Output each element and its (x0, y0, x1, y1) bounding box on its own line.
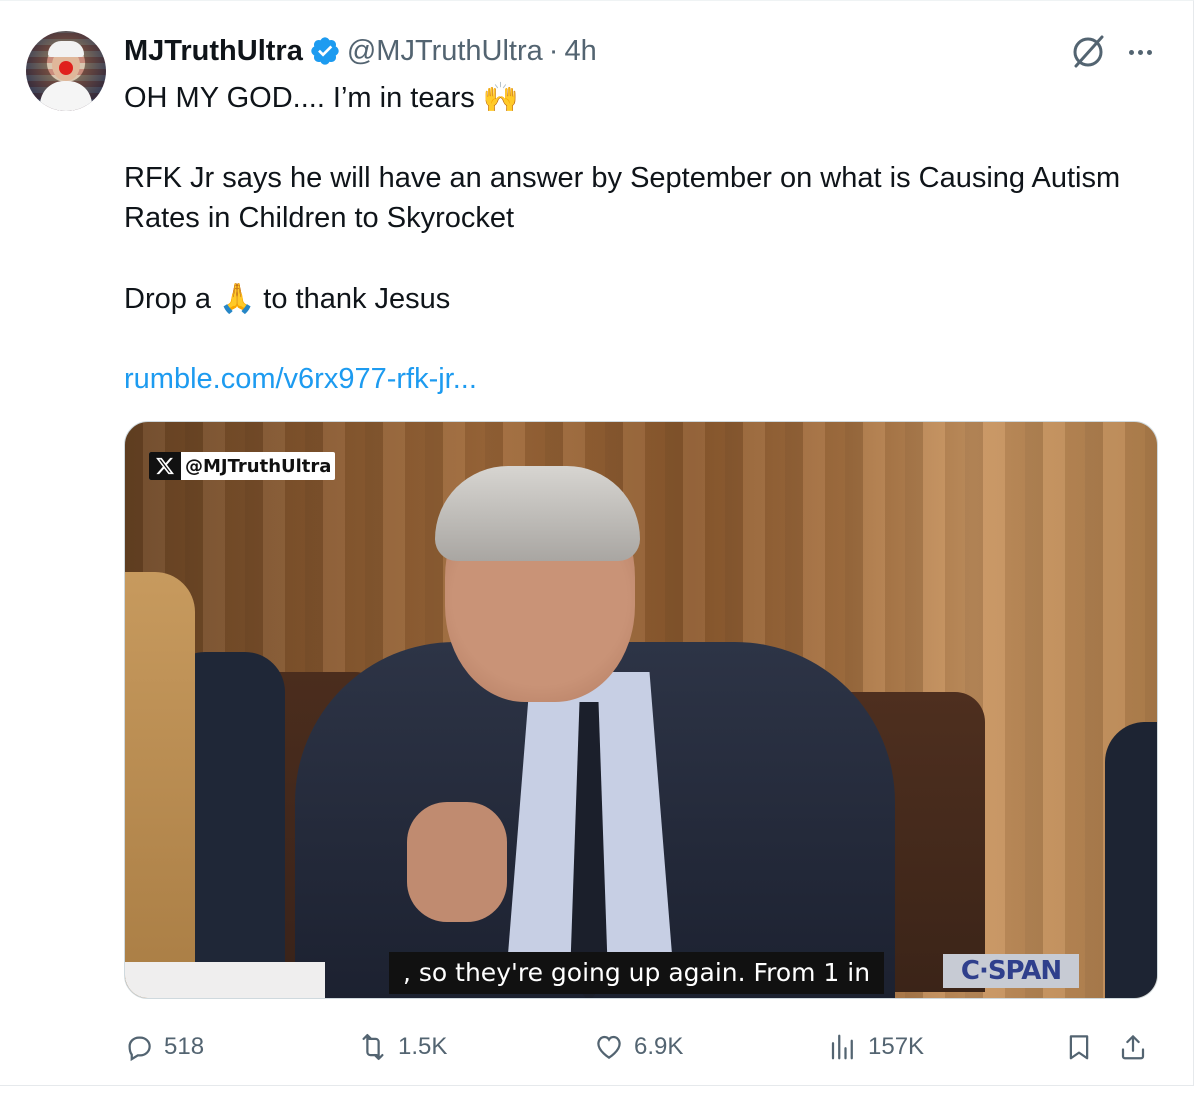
bookmark-icon (1069, 1035, 1089, 1060)
tweet-line-2: RFK Jr says he will have an answer by Se… (124, 162, 1121, 234)
person-left-hair (125, 572, 195, 998)
tweet-line-3-pre: Drop a (124, 283, 220, 315)
more-dot (1137, 49, 1143, 55)
like-button[interactable]: 6.9K (594, 1027, 683, 1067)
reply-icon (128, 1036, 151, 1062)
tweet-link[interactable]: rumble.com/v6rx977-rfk-jr... (124, 363, 477, 395)
avatar-hat (48, 41, 84, 57)
views-button[interactable]: 157K (828, 1027, 924, 1067)
tweet-header: MJTruthUltra @MJTruthUltra · 4h (124, 29, 597, 73)
grok-icon[interactable] (1068, 31, 1108, 71)
views-count: 157K (868, 1033, 925, 1060)
verified-badge-icon (311, 37, 339, 65)
like-count: 6.9K (634, 1033, 684, 1060)
avatar-nose (59, 61, 73, 75)
video-watermark: @MJTruthUltra (149, 452, 336, 480)
tweet-line-1-text: OH MY GOD.... I’m in tears (124, 82, 483, 114)
tweet-link-line: rumble.com/v6rx977-rfk-jr... (124, 359, 1154, 399)
reply-button[interactable]: 518 (124, 1027, 204, 1067)
more-dot (1146, 49, 1152, 55)
table-paper (125, 962, 325, 998)
tweet-text: OH MY GOD.... I’m in tears 🙌 RFK Jr says… (124, 77, 1154, 399)
avatar[interactable] (26, 31, 106, 111)
speaker-hand (407, 802, 507, 922)
share-icon (1121, 1035, 1145, 1060)
tweet-actions: 518 1.5K 6.9K 157K (124, 1027, 1158, 1067)
watermark-handle: @MJTruthUltra (185, 455, 332, 477)
header-separator: · (548, 34, 559, 67)
more-icon[interactable] (1122, 35, 1158, 69)
video-caption: , so they're going up again. From 1 in (389, 952, 885, 994)
cspan-logo: C·SPAN (943, 954, 1079, 988)
share-button[interactable] (1118, 1027, 1148, 1067)
tweet-card[interactable]: MJTruthUltra @MJTruthUltra · 4h OH MY GO… (0, 0, 1194, 1086)
author-name[interactable]: MJTruthUltra (124, 35, 303, 68)
repost-button[interactable]: 1.5K (358, 1027, 447, 1067)
like-icon (597, 1035, 621, 1059)
video-media[interactable]: @MJTruthUltra , so they're going up agai… (124, 421, 1158, 999)
more-dot (1128, 49, 1134, 55)
speaker-hair (435, 466, 640, 561)
praying-hands-emoji: 🙏 (219, 281, 256, 315)
raising-hands-emoji: 🙌 (482, 80, 519, 114)
person-right (1105, 722, 1157, 998)
tweet-line-3: Drop a 🙏 to thank Jesus (124, 278, 1154, 319)
views-icon (831, 1034, 853, 1060)
reply-count: 518 (164, 1033, 205, 1060)
repost-icon (362, 1034, 384, 1060)
tweet-line-3-post: to thank Jesus (255, 283, 451, 315)
bookmark-button[interactable] (1064, 1027, 1094, 1067)
x-logo-icon (149, 452, 181, 480)
author-handle[interactable]: @MJTruthUltra (347, 35, 543, 68)
tweet-timestamp[interactable]: 4h (564, 35, 596, 68)
tweet-line-1: OH MY GOD.... I’m in tears 🙌 (124, 77, 1154, 118)
repost-count: 1.5K (398, 1033, 448, 1060)
